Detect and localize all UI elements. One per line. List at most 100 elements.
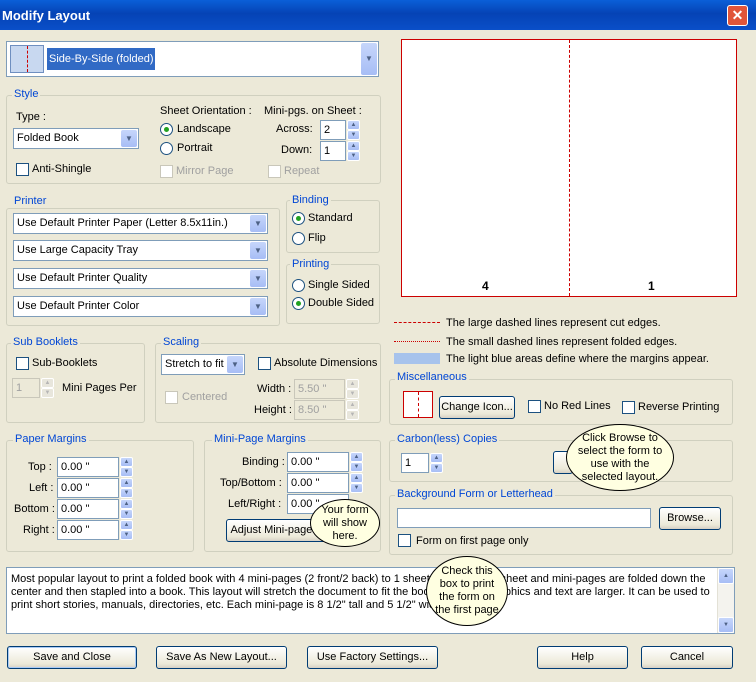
top-margin-label: Top : [28,461,52,473]
mirror-page-checkbox[interactable] [160,165,173,178]
chevron-down-icon[interactable]: ▼ [250,270,266,287]
sub-booklets-label: Sub-Booklets [32,357,98,369]
top-margin-spinner[interactable]: ▲ ▼ [120,457,133,477]
top-bottom-margin-input[interactable]: 0.00 " [287,473,349,493]
printer-legend: Printer [12,195,49,207]
layout-description[interactable]: Most popular layout to print a folded bo… [6,567,735,634]
height-input[interactable]: 8.50 " [294,400,345,420]
top-bottom-margin-spinner[interactable]: ▲ ▼ [350,473,363,493]
portrait-radio[interactable] [160,142,173,155]
printer-paper-select[interactable]: Use Default Printer Paper (Letter 8.5x11… [13,213,268,234]
type-select[interactable]: Folded Book ▼ [13,128,139,149]
background-form-input[interactable] [397,508,651,528]
bottom-margin-input[interactable]: 0.00 " [57,499,119,519]
binding-legend: Binding [290,194,331,206]
width-spinner[interactable]: ▲ ▼ [346,379,359,399]
left-margin-label: Left : [29,482,54,494]
type-select-value: Folded Book [17,132,79,144]
chevron-down-icon[interactable]: ▼ [250,298,266,315]
left-margin-input[interactable]: 0.00 " [57,478,119,498]
change-icon-button[interactable]: Change Icon... [439,396,515,419]
layout-description-text: Most popular layout to print a folded bo… [11,573,710,611]
scaling-legend: Scaling [161,336,202,348]
style-legend: Style [12,88,41,100]
double-sided-radio[interactable] [292,297,305,310]
chevron-down-icon[interactable]: ▼ [361,43,377,75]
mini-pages-per-input[interactable]: 1 [12,378,40,398]
printer-color-select[interactable]: Use Default Printer Color ▼ [13,296,268,317]
paper-margins-legend: Paper Margins [13,433,89,445]
single-sided-radio[interactable] [292,279,305,292]
right-margin-spinner[interactable]: ▲ ▼ [120,520,133,540]
orientation-label: Sheet Orientation : [160,105,252,117]
across-spinner[interactable]: ▲ ▼ [347,120,360,140]
form-first-page-checkbox[interactable] [398,534,411,547]
save-and-close-button[interactable]: Save and Close [7,646,137,669]
window-title: Modify Layout [2,8,91,23]
help-button[interactable]: Help [537,646,628,669]
flip-label: Flip [308,232,326,244]
chevron-down-icon[interactable]: ▼ [121,130,137,147]
fold-line-legend: The small dashed lines represent folded … [446,336,678,348]
cut-line-icon [394,322,440,323]
left-margin-spinner[interactable]: ▲ ▼ [120,478,133,498]
width-input[interactable]: 5.50 " [294,379,345,399]
anti-shingle-label: Anti-Shingle [32,163,92,175]
margin-area-icon [394,353,440,364]
cut-line-legend: The large dashed lines represent cut edg… [446,317,661,329]
standard-radio[interactable] [292,212,305,225]
right-margin-input[interactable]: 0.00 " [57,520,119,540]
chevron-down-icon[interactable]: ▼ [250,242,266,259]
height-spinner[interactable]: ▲ ▼ [346,400,359,420]
anti-shingle-checkbox[interactable] [16,163,29,176]
mini-pages-per-spinner[interactable]: ▲ ▼ [41,378,54,398]
browse-callout: Click Browse to select the form to use w… [566,424,674,491]
printer-quality-value: Use Default Printer Quality [17,272,148,284]
scaling-select[interactable]: Stretch to fit ▼ [161,354,245,375]
binding-margin-label: Binding : [242,456,285,468]
absolute-dimensions-checkbox[interactable] [258,357,271,370]
cancel-button[interactable]: Cancel [641,646,733,669]
binding-margin-input[interactable]: 0.00 " [287,452,349,472]
printer-tray-select[interactable]: Use Large Capacity Tray ▼ [13,240,268,261]
use-factory-settings-button[interactable]: Use Factory Settings... [307,646,438,669]
landscape-radio[interactable] [160,123,173,136]
single-sided-label: Single Sided [308,279,370,291]
sub-booklets-legend: Sub Booklets [11,336,80,348]
flip-radio[interactable] [292,232,305,245]
height-label: Height : [254,404,292,416]
centered-checkbox[interactable] [165,391,178,404]
down-label: Down: [281,144,313,156]
down-spinner[interactable]: ▲ ▼ [347,141,360,161]
chevron-down-icon[interactable]: ▼ [250,215,266,232]
repeat-label: Repeat [284,165,320,177]
printer-color-value: Use Default Printer Color [17,300,140,312]
miscellaneous-legend: Miscellaneous [395,371,469,383]
mini-page-margins-legend: Mini-Page Margins [212,433,308,445]
carbon-copies-input[interactable]: 1 [401,453,429,473]
close-icon[interactable]: ✕ [727,5,748,26]
layout-select[interactable]: Side-By-Side (folded) ▼ [6,41,379,77]
printer-quality-select[interactable]: Use Default Printer Quality ▼ [13,268,268,289]
across-input[interactable]: 2 [320,120,346,140]
bottom-margin-spinner[interactable]: ▲ ▼ [120,499,133,519]
carbon-copies-spinner[interactable]: ▲ ▼ [430,453,443,473]
reverse-printing-checkbox[interactable] [622,401,635,414]
down-input[interactable]: 1 [320,141,346,161]
preview-page-right: 1 [648,279,655,293]
no-red-lines-checkbox[interactable] [528,400,541,413]
across-label: Across: [276,123,313,135]
save-as-new-layout-button[interactable]: Save As New Layout... [156,646,287,669]
binding-margin-spinner[interactable]: ▲ ▼ [350,452,363,472]
chevron-down-icon[interactable]: ▼ [227,356,243,373]
layout-thumbnail-icon [10,45,44,73]
first-page-callout: Check this box to print the form on the … [426,556,508,626]
carbon-copies-legend: Carbon(less) Copies [395,433,500,445]
top-margin-input[interactable]: 0.00 " [57,457,119,477]
repeat-checkbox[interactable] [268,165,281,178]
browse-button[interactable]: Browse... [659,507,721,530]
portrait-label: Portrait [177,142,213,154]
description-scrollbar[interactable]: ▲ ▼ [717,568,734,633]
sub-booklets-checkbox[interactable] [16,357,29,370]
layout-select-value: Side-By-Side (folded) [47,48,155,70]
